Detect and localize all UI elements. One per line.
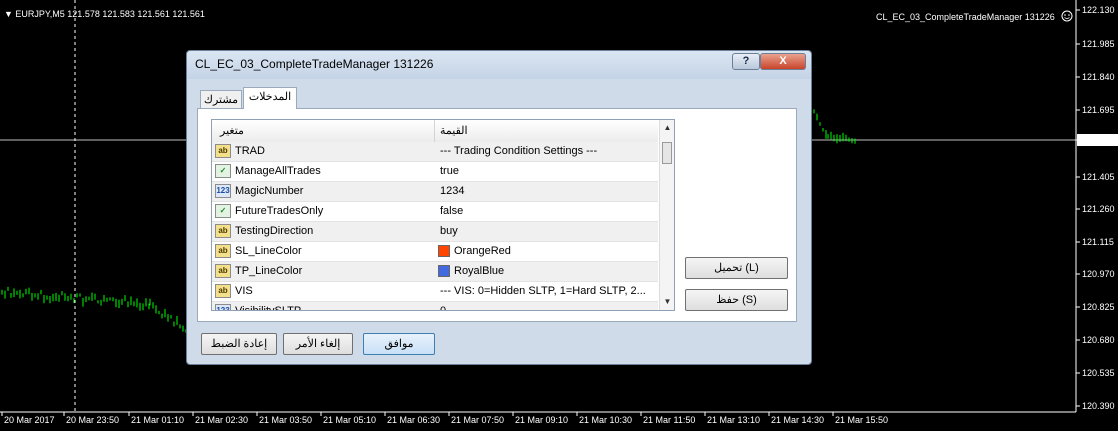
dialog-title: CL_EC_03_CompleteTradeManager 131226 xyxy=(195,57,434,71)
row-value[interactable]: 1234 xyxy=(440,185,464,197)
table-row[interactable]: ab TestingDirection buy xyxy=(212,222,658,242)
row-value[interactable]: --- Trading Condition Settings --- xyxy=(440,145,597,157)
row-variable-name: ManageAllTrades xyxy=(235,165,321,177)
help-button[interactable]: ? xyxy=(732,53,760,70)
integer-type-icon: 123 xyxy=(215,304,231,310)
inputs-table[interactable]: متغير القيمة ab TRAD --- Trading Condition… xyxy=(211,119,675,311)
time-label: 20 Mar 23:50 xyxy=(66,415,119,425)
table-row[interactable]: ✓ ManageAllTrades true xyxy=(212,162,658,182)
column-header-variable[interactable]: متغير xyxy=(220,124,244,137)
time-label: 21 Mar 11:50 xyxy=(643,415,695,425)
color-swatch xyxy=(438,265,450,277)
table-header: متغير القيمة xyxy=(212,120,658,143)
row-variable-name: VisibilitySLTP xyxy=(235,305,302,311)
price-label: 120.535 xyxy=(1082,368,1115,378)
table-row[interactable]: ab SL_LineColor OrangeRed xyxy=(212,242,658,262)
time-label: 21 Mar 01:10 xyxy=(131,415,184,425)
table-row[interactable]: ab VIS --- VIS: 0=Hidden SLTP, 1=Hard SLTP… xyxy=(212,282,658,302)
smiley-icon xyxy=(1061,10,1073,22)
row-value[interactable]: false xyxy=(440,205,463,217)
symbol-info-label: ▼ EURJPY,M5 121.578 121.583 121.561 121.… xyxy=(4,9,205,19)
tab-common[interactable]: مشترك xyxy=(200,90,242,110)
table-row[interactable]: ab TRAD --- Trading Condition Settings --- xyxy=(212,142,658,162)
price-label: 121.985 xyxy=(1082,39,1115,49)
scroll-down-icon[interactable]: ▼ xyxy=(662,296,673,307)
row-variable-name: TRAD xyxy=(235,145,265,157)
time-label: 21 Mar 03:50 xyxy=(259,415,312,425)
row-variable-name: MagicNumber xyxy=(235,185,304,197)
time-label: 21 Mar 15:50 xyxy=(835,415,888,425)
row-variable-name: FutureTradesOnly xyxy=(235,205,324,217)
price-label: 120.390 xyxy=(1082,401,1115,411)
row-value[interactable]: OrangeRed xyxy=(454,245,511,257)
table-row[interactable]: ab TP_LineColor RoyalBlue xyxy=(212,262,658,282)
price-label: 122.130 xyxy=(1082,5,1115,15)
price-label: 121.260 xyxy=(1082,204,1115,214)
ea-name-label: CL_EC_03_CompleteTradeManager 131226 xyxy=(876,12,1055,22)
time-label: 21 Mar 13:10 xyxy=(707,415,760,425)
string-type-icon: ab xyxy=(215,284,231,298)
integer-type-icon: 123 xyxy=(215,184,231,198)
ok-button[interactable]: موافق xyxy=(363,333,435,355)
close-button[interactable]: X xyxy=(760,53,806,70)
scroll-up-icon[interactable]: ▲ xyxy=(662,122,673,133)
time-label: 21 Mar 07:50 xyxy=(451,415,504,425)
row-variable-name: SL_LineColor xyxy=(235,245,302,257)
table-scrollbar[interactable]: ▲ ▼ xyxy=(659,120,674,310)
string-type-icon: ab xyxy=(215,264,231,278)
row-variable-name: TestingDirection xyxy=(235,225,314,237)
cancel-button[interactable]: إلغاء الأمر xyxy=(283,333,353,355)
time-label: 20 Mar 2017 xyxy=(4,415,55,425)
ea-properties-dialog: CL_EC_03_CompleteTradeManager 131226 ? X… xyxy=(186,50,812,365)
table-row[interactable]: ✓ FutureTradesOnly false xyxy=(212,202,658,222)
dialog-titlebar[interactable]: CL_EC_03_CompleteTradeManager 131226 ? X xyxy=(187,51,811,79)
column-divider[interactable] xyxy=(434,120,435,142)
string-type-icon: ab xyxy=(215,244,231,258)
price-label: 121.695 xyxy=(1082,105,1115,115)
scrollbar-thumb[interactable] xyxy=(662,142,672,164)
row-value[interactable]: buy xyxy=(440,225,458,237)
time-label: 21 Mar 10:30 xyxy=(579,415,632,425)
string-type-icon: ab xyxy=(215,224,231,238)
bool-type-icon: ✓ xyxy=(215,164,231,178)
time-label: 21 Mar 05:10 xyxy=(323,415,376,425)
price-label: 121.840 xyxy=(1082,72,1115,82)
save-button[interactable]: حفظ (S) xyxy=(685,289,788,311)
bool-type-icon: ✓ xyxy=(215,204,231,218)
price-label: 121.561 xyxy=(1082,135,1115,145)
time-label: 21 Mar 02:30 xyxy=(195,415,248,425)
time-label: 21 Mar 09:10 xyxy=(515,415,568,425)
string-type-icon: ab xyxy=(215,144,231,158)
row-variable-name: VIS xyxy=(235,285,253,297)
row-variable-name: TP_LineColor xyxy=(235,265,303,277)
row-value[interactable]: 0 xyxy=(440,305,446,310)
price-label: 121.405 xyxy=(1082,172,1115,182)
price-label: 120.970 xyxy=(1082,269,1115,279)
price-label: 121.115 xyxy=(1082,237,1114,247)
table-row[interactable]: 123 VisibilitySLTP 0 xyxy=(212,302,658,311)
row-value[interactable]: true xyxy=(440,165,459,177)
column-header-value[interactable]: القيمة xyxy=(440,124,468,137)
color-swatch xyxy=(438,245,450,257)
row-value[interactable]: RoyalBlue xyxy=(454,265,504,277)
load-button[interactable]: تحميل (L) xyxy=(685,257,788,279)
table-row[interactable]: 123 MagicNumber 1234 xyxy=(212,182,658,202)
price-label: 120.825 xyxy=(1082,302,1115,312)
time-label: 21 Mar 06:30 xyxy=(387,415,440,425)
tab-inputs[interactable]: المدخلات xyxy=(243,87,297,109)
price-label: 120.680 xyxy=(1082,335,1115,345)
row-value[interactable]: --- VIS: 0=Hidden SLTP, 1=Hard SLTP, 2..… xyxy=(440,285,646,297)
reset-button[interactable]: إعادة الضبط xyxy=(201,333,277,355)
time-label: 21 Mar 14:30 xyxy=(771,415,824,425)
